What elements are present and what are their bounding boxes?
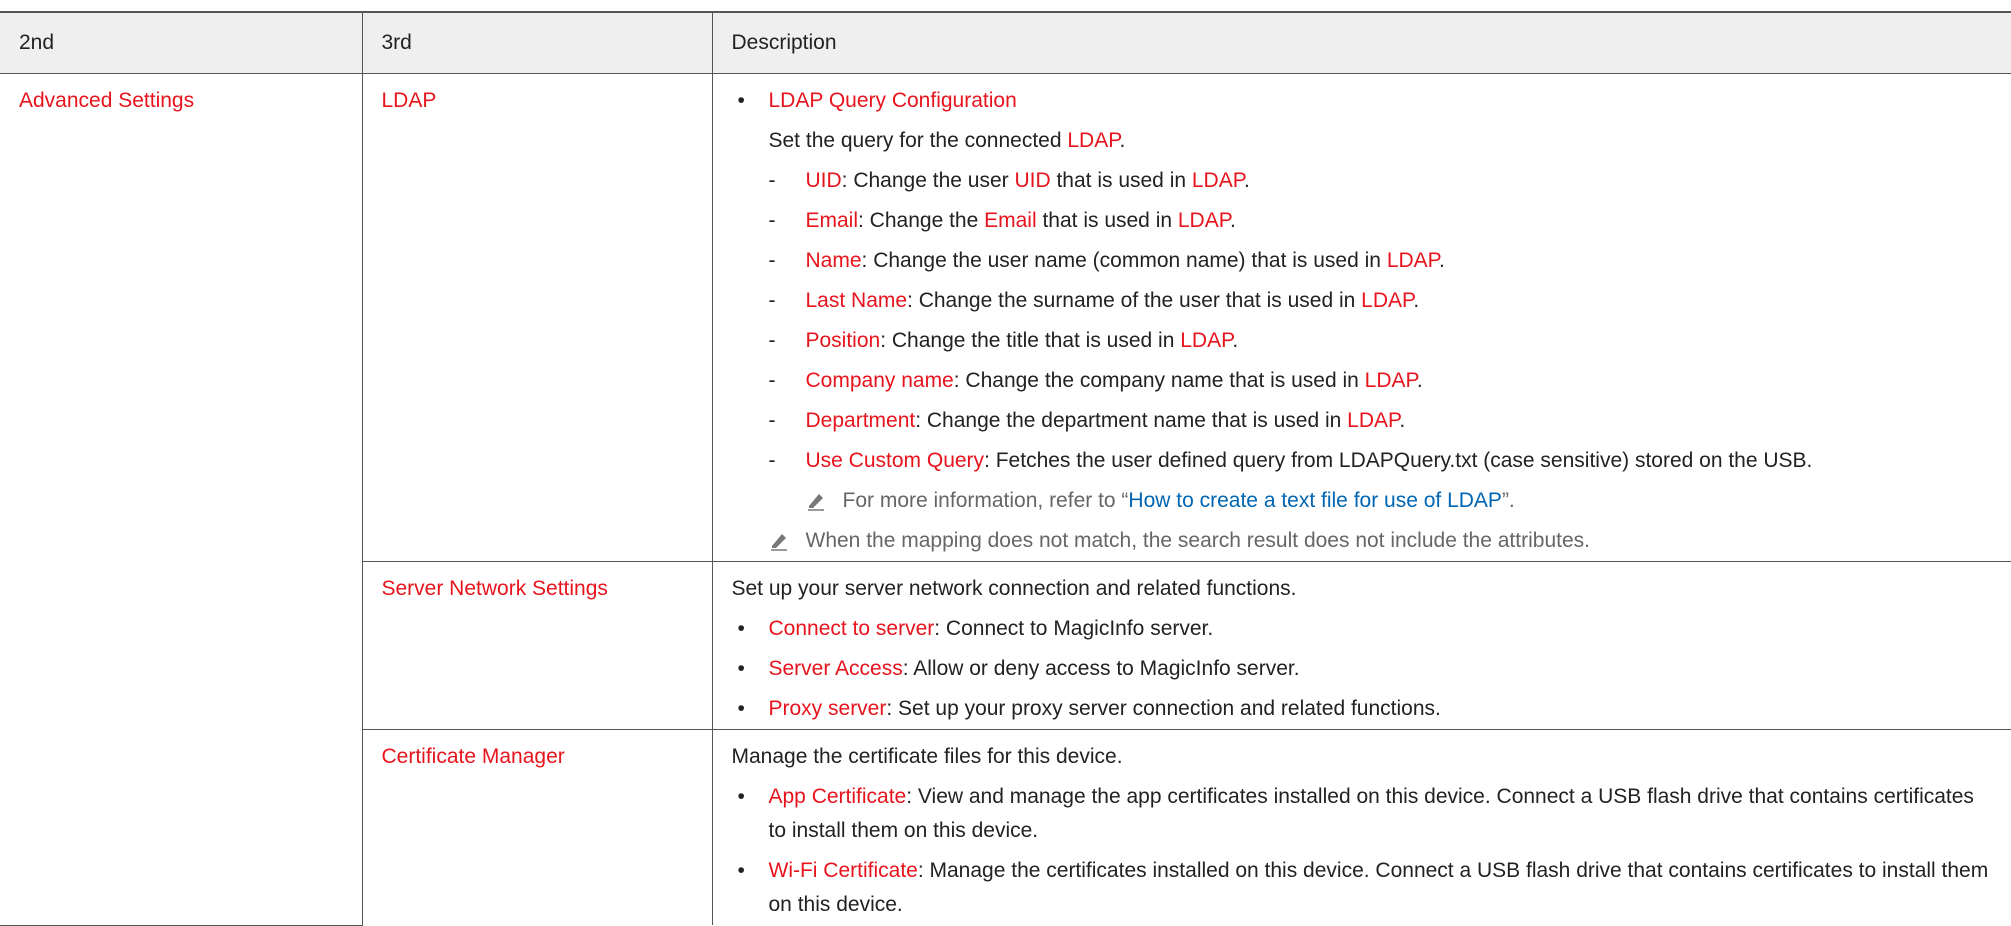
- ldap-ref: LDAP: [1347, 409, 1400, 432]
- header-2nd: 2nd: [0, 11, 363, 74]
- ldap-field-name: UID: [805, 169, 842, 192]
- server-network-settings-link[interactable]: Server Network Settings: [382, 577, 608, 600]
- list-item: App Certificate: View and manage the app…: [732, 777, 1993, 851]
- header-description: Description: [711, 11, 2011, 74]
- list-item: Server Access: Allow or deny access to M…: [732, 649, 1993, 689]
- ldap-help-link[interactable]: How to create a text file for use of LDA…: [1128, 489, 1502, 512]
- ldap-ref: LDAP: [1361, 289, 1414, 312]
- list-item: Company name: Change the company name th…: [769, 361, 1993, 401]
- ldap-field-name: Email: [805, 209, 859, 232]
- server-intro: Set up your server network connection an…: [731, 577, 1297, 600]
- ldap-ref: LDAP: [1191, 169, 1245, 192]
- list-item: Proxy server: Set up your proxy server c…: [732, 689, 1993, 729]
- server-option-name: Proxy server: [768, 697, 887, 720]
- cert-description: Manage the certificate files for this de…: [711, 729, 2011, 925]
- ldap-field-name: Company name: [805, 369, 954, 392]
- list-item: Wi-Fi Certificate: Manage the certificat…: [732, 851, 1993, 925]
- cert-option-name: Wi-Fi Certificate: [768, 859, 918, 882]
- ldap-query-config-label: LDAP Query Configuration: [768, 89, 1017, 112]
- ldap-field-name: Use Custom Query: [805, 449, 985, 472]
- pencil-note-icon: [807, 494, 824, 511]
- server-description: Set up your server network connection an…: [711, 561, 2011, 730]
- advanced-settings-link[interactable]: Advanced Settings: [19, 89, 194, 112]
- list-item: Last Name: Change the surname of the use…: [769, 281, 1993, 321]
- header-row: 2nd 3rd Description: [0, 11, 2011, 74]
- ldap-ref: LDAP: [1386, 249, 1439, 272]
- ldap-ref: UID: [1014, 169, 1051, 192]
- ldap-note-more-info: For more information, refer to “How to c…: [806, 481, 1993, 521]
- ldap-intro: Set the query for the connected LDAP.: [768, 129, 1126, 152]
- server-network-cell: Server Network Settings: [362, 561, 713, 730]
- server-option-name: Connect to server: [768, 617, 935, 640]
- certificate-manager-link[interactable]: Certificate Manager: [382, 745, 565, 768]
- certificate-manager-cell: Certificate Manager: [362, 729, 713, 925]
- list-item: Position: Change the title that is used …: [769, 321, 1993, 361]
- settings-table: 2nd 3rd Description Advanced Settings LD…: [0, 11, 2011, 926]
- ldap-ref: Email: [984, 209, 1037, 232]
- ldap-ref: LDAP: [1364, 369, 1417, 392]
- ldap-cell: LDAP: [361, 73, 713, 562]
- table-row: Advanced Settings LDAP LDAP Query Config…: [0, 73, 2011, 926]
- ldap-ref: LDAP: [1177, 209, 1231, 232]
- header-3rd: 3rd: [361, 11, 713, 74]
- list-item: Name: Change the user name (common name)…: [769, 241, 1993, 281]
- cert-option-name: App Certificate: [768, 785, 907, 808]
- ldap-ref: LDAP: [1180, 329, 1233, 352]
- pencil-note-icon: [770, 534, 787, 551]
- list-item: LDAP Query Configuration: [732, 81, 1993, 121]
- ldap-field-name: Name: [805, 249, 862, 272]
- cert-intro: Manage the certificate files for this de…: [731, 745, 1123, 768]
- ldap-description: LDAP Query Configuration Set the query f…: [711, 73, 2011, 562]
- list-item: Department: Change the department name t…: [769, 401, 1993, 441]
- list-item: Connect to server: Connect to MagicInfo …: [732, 609, 1993, 649]
- ldap-field-name: Position: [805, 329, 881, 352]
- ldap-link[interactable]: LDAP: [382, 89, 437, 112]
- ldap-field-name: Last Name: [805, 289, 908, 312]
- server-option-name: Server Access: [768, 657, 903, 680]
- list-item: Email: Change the Email that is used in …: [769, 201, 1993, 241]
- list-item: Use Custom Query: Fetches the user defin…: [769, 441, 1993, 481]
- ldap-note-mapping: When the mapping does not match, the sea…: [769, 521, 1993, 561]
- list-item: UID: Change the user UID that is used in…: [769, 161, 1993, 201]
- advanced-settings-cell: Advanced Settings: [0, 73, 363, 926]
- ldap-field-name: Department: [805, 409, 916, 432]
